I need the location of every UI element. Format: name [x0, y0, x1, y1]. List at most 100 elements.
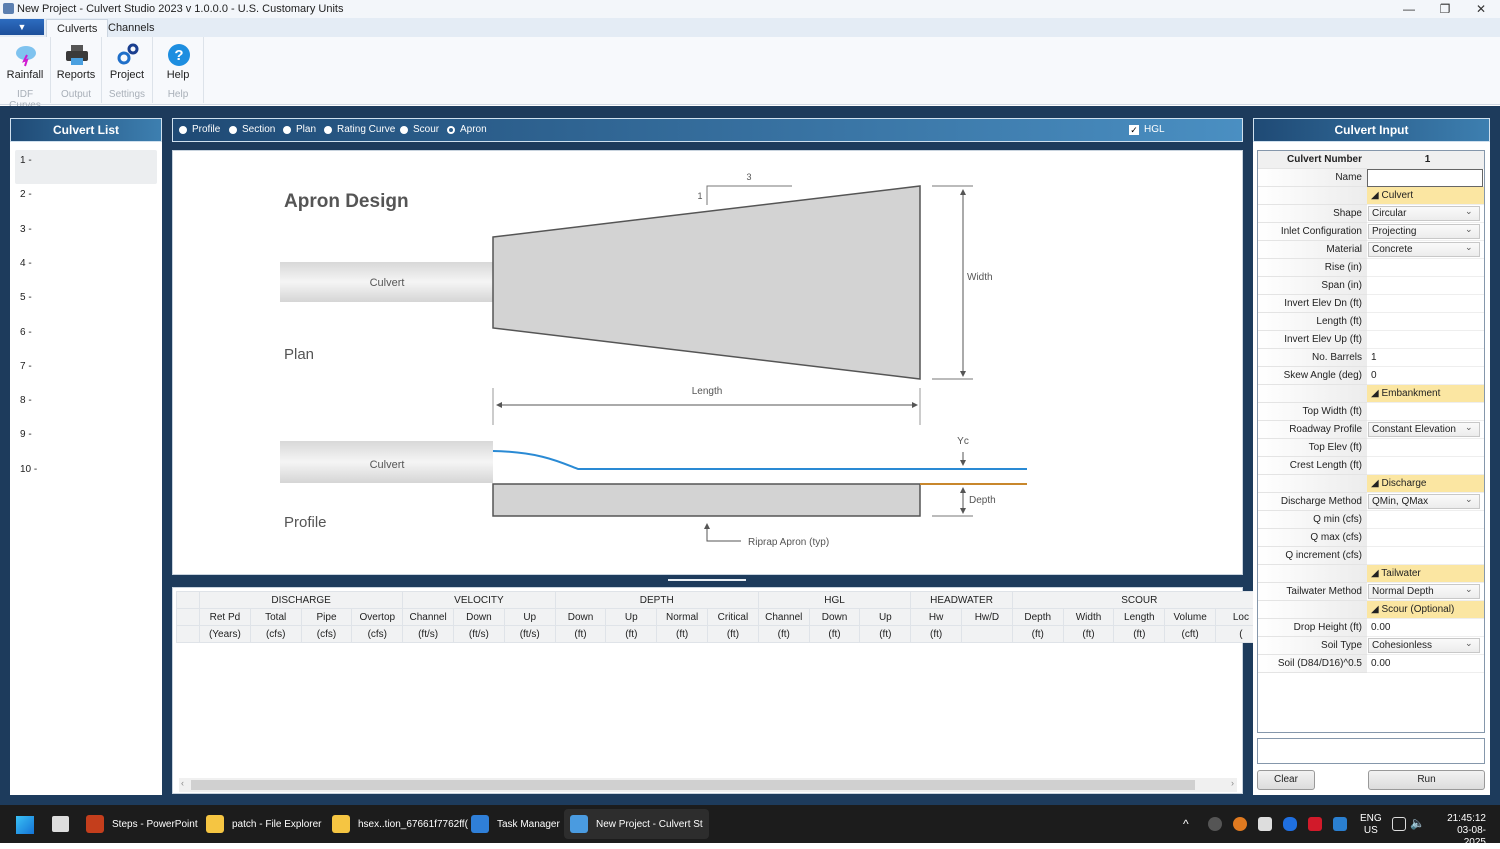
soil-d84-d16-0-5-input[interactable]: 0.00: [1367, 655, 1484, 673]
length-ft-input[interactable]: [1367, 313, 1484, 331]
property-label: Q min (cfs): [1258, 511, 1367, 529]
radio-profile[interactable]: Profile: [179, 124, 220, 135]
invert-elev-dn-ft-input[interactable]: [1367, 295, 1484, 313]
culvert-list-item[interactable]: 1 -: [15, 150, 157, 184]
no-barrels-input[interactable]: 1: [1367, 349, 1484, 367]
span-in-input[interactable]: [1367, 277, 1484, 295]
taskbar-app[interactable]: New Project - Culvert St: [564, 809, 709, 839]
skew-angle-deg-input[interactable]: 0: [1367, 367, 1484, 385]
column-header[interactable]: Down: [554, 608, 607, 626]
rise-in-input[interactable]: [1367, 259, 1484, 277]
horizontal-scrollbar[interactable]: ‹ ›: [179, 778, 1237, 792]
column-header[interactable]: Up: [503, 608, 556, 626]
scroll-left-icon[interactable]: ‹: [181, 778, 184, 788]
help-button[interactable]: ? Help Help: [153, 37, 204, 103]
column-header[interactable]: Down: [453, 608, 505, 626]
task-view-button[interactable]: [52, 816, 69, 832]
reports-button[interactable]: Reports Output: [51, 37, 102, 103]
tailwater-method-dropdown[interactable]: Normal Depth ⌄: [1367, 583, 1484, 601]
q-max-cfs-input[interactable]: [1367, 529, 1484, 547]
column-header[interactable]: Normal: [656, 608, 709, 626]
radio-rating-curve[interactable]: Rating Curve: [324, 124, 395, 135]
radio-apron[interactable]: Apron: [447, 124, 487, 135]
column-header[interactable]: Pipe: [300, 608, 353, 626]
culvert-list-item[interactable]: 10 -: [15, 459, 157, 493]
culvert-list-item[interactable]: 7 -: [15, 356, 157, 390]
tray-overflow-icon[interactable]: ^: [1183, 817, 1189, 831]
taskbar-app[interactable]: Steps - PowerPoint: [80, 809, 204, 839]
name-input[interactable]: [1367, 169, 1483, 187]
column-header[interactable]: Length: [1113, 608, 1166, 626]
scour-optional-section-toggle[interactable]: ◢ Scour (Optional): [1367, 601, 1484, 619]
roadway-profile-dropdown[interactable]: Constant Elevation ⌄: [1367, 421, 1484, 439]
taskbar-app[interactable]: patch - File Explorer: [200, 809, 327, 839]
column-header[interactable]: Hw: [910, 608, 963, 626]
material-dropdown[interactable]: Concrete ⌄: [1367, 241, 1484, 259]
tab-channels[interactable]: Channels: [98, 19, 164, 37]
column-header[interactable]: Up: [605, 608, 658, 626]
culvert-list-item[interactable]: 3 -: [15, 219, 157, 253]
property-row: ◢ Embankment: [1258, 385, 1484, 403]
column-header[interactable]: Critical: [707, 608, 759, 626]
unit-cell: (ft): [808, 625, 861, 643]
column-header[interactable]: Hw/D: [961, 608, 1013, 626]
column-header[interactable]: Channel: [402, 608, 454, 626]
property-row: Crest Length (ft): [1258, 457, 1484, 475]
column-header[interactable]: Ret Pd: [199, 608, 251, 626]
unit-cell: (ft): [910, 625, 963, 643]
soil-type-dropdown[interactable]: Cohesionless ⌄: [1367, 637, 1484, 655]
name-cell: [1367, 169, 1484, 187]
tray-app-icon[interactable]: [1208, 817, 1222, 831]
property-label: Invert Elev Dn (ft): [1258, 295, 1367, 313]
q-min-cfs-input[interactable]: [1367, 511, 1484, 529]
column-header[interactable]: Total: [249, 608, 302, 626]
q-increment-cfs-input[interactable]: [1367, 547, 1484, 565]
radio-scour[interactable]: Scour: [400, 124, 439, 135]
clear-button[interactable]: Clear: [1257, 770, 1315, 790]
security-icon[interactable]: [1333, 817, 1347, 831]
start-button[interactable]: [16, 816, 34, 834]
radio-section[interactable]: Section: [229, 124, 275, 135]
close-button[interactable]: ✕: [1463, 0, 1499, 18]
hgl-checkbox[interactable]: ✓ HGL: [1129, 124, 1165, 135]
discharge-method-dropdown[interactable]: QMin, QMax ⌄: [1367, 493, 1484, 511]
tray-send-icon[interactable]: [1258, 817, 1272, 831]
splitter-handle[interactable]: [668, 579, 746, 581]
column-header[interactable]: Channel: [757, 608, 810, 626]
clock[interactable]: 21:45:12 03-08-2025: [1436, 813, 1486, 849]
run-button[interactable]: Run: [1368, 770, 1485, 790]
culvert-list-item[interactable]: 4 -: [15, 253, 157, 287]
scrollbar-thumb[interactable]: [191, 780, 1195, 790]
rainfall-button[interactable]: Rainfall IDF Curves: [0, 37, 51, 111]
volume-icon[interactable]: 🔈: [1410, 816, 1425, 830]
column-header[interactable]: Width: [1062, 608, 1115, 626]
culvert-list-item[interactable]: 6 -: [15, 322, 157, 356]
top-elev-ft-input[interactable]: [1367, 439, 1484, 457]
embankment-section-toggle[interactable]: ◢ Embankment: [1367, 385, 1484, 403]
column-header[interactable]: Up: [859, 608, 912, 626]
project-button[interactable]: Project Settings: [102, 37, 153, 103]
culvert-list-item[interactable]: 9 -: [15, 424, 157, 458]
minimize-button[interactable]: —: [1391, 0, 1427, 18]
bluetooth-icon[interactable]: [1283, 817, 1297, 831]
network-icon[interactable]: [1392, 817, 1406, 831]
language-indicator[interactable]: ENG US: [1360, 813, 1382, 837]
column-header[interactable]: Volume: [1164, 608, 1217, 626]
amd-icon[interactable]: [1308, 817, 1322, 831]
file-menu-button[interactable]: ▼: [0, 19, 44, 35]
culvert-list-item[interactable]: 2 -: [15, 184, 157, 218]
taskbar-app[interactable]: hsex..tion_67661f7762ff(: [326, 809, 474, 839]
taskbar-app[interactable]: Task Manager: [465, 809, 566, 839]
crest-length-ft-input[interactable]: [1367, 457, 1484, 475]
radio-plan[interactable]: Plan: [283, 124, 316, 135]
radio-label: Plan: [296, 124, 317, 135]
culvert-list-item[interactable]: 5 -: [15, 287, 157, 321]
scroll-right-icon[interactable]: ›: [1231, 778, 1234, 788]
culvert-list-item[interactable]: 8 -: [15, 390, 157, 424]
column-header[interactable]: Down: [808, 608, 861, 626]
column-header[interactable]: Overtop: [351, 608, 404, 626]
tray-flash-icon[interactable]: [1233, 817, 1247, 831]
invert-elev-up-ft-input[interactable]: [1367, 331, 1484, 349]
restore-button[interactable]: ❐: [1427, 0, 1463, 18]
column-header[interactable]: Depth: [1011, 608, 1064, 626]
